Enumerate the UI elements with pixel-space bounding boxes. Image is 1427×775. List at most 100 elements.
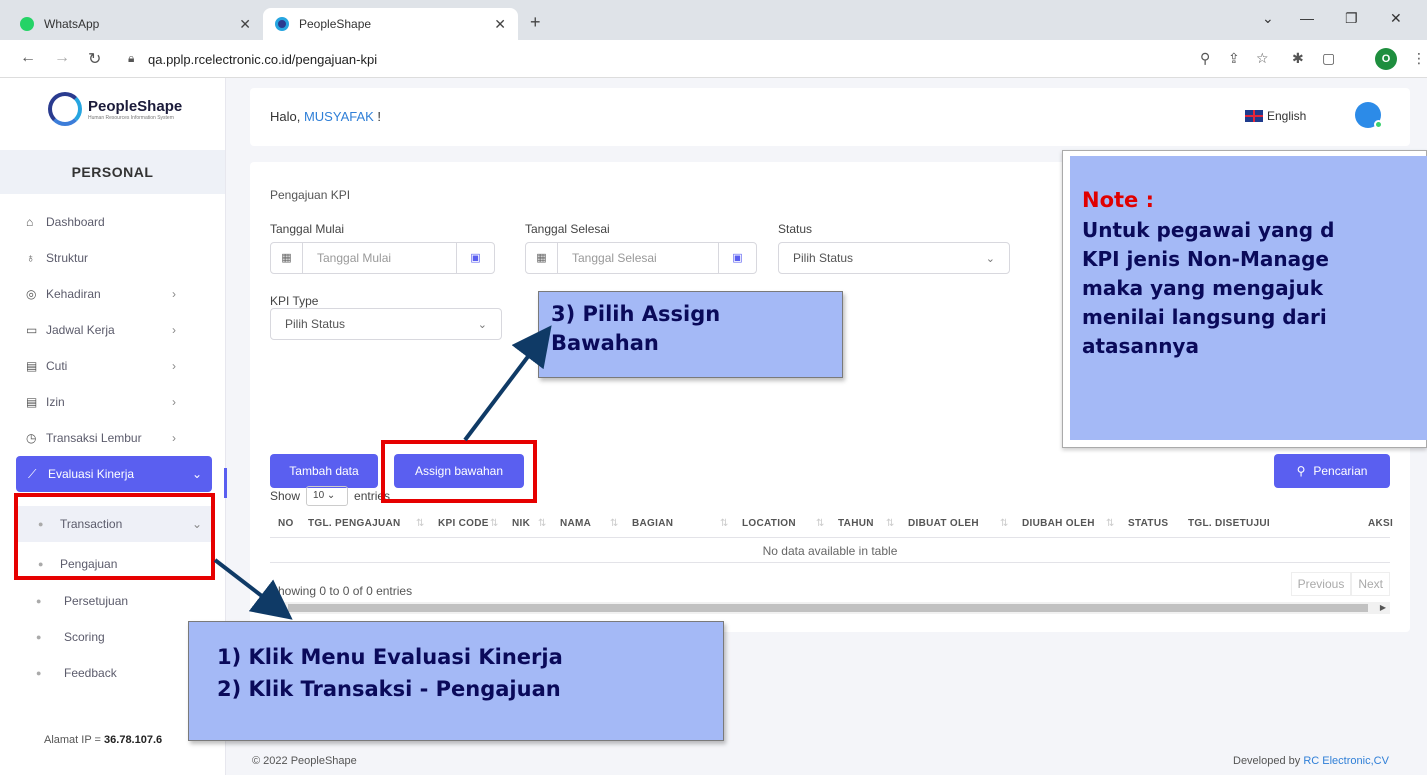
sidebar-item-label: Evaluasi Kinerja xyxy=(48,467,135,481)
new-tab-icon[interactable]: + xyxy=(530,12,541,33)
reload-icon[interactable]: ↻ xyxy=(88,49,101,69)
sidebar-item-struktur[interactable]: ♁ Struktur xyxy=(0,240,226,276)
language-switcher[interactable]: English xyxy=(1245,109,1306,123)
chevron-right-icon: › xyxy=(172,323,176,337)
calendar-icon: ▤ xyxy=(26,359,38,373)
column-header[interactable]: DIBUAT OLEH xyxy=(908,518,979,529)
sidebar-item-dashboard[interactable]: ⌂ Dashboard xyxy=(0,204,226,240)
start-date-field[interactable]: ▦ Tanggal Mulai ▣ xyxy=(270,242,495,274)
extensions-icon[interactable]: ✱ xyxy=(1292,50,1304,67)
brand-logo[interactable]: PeopleShape Human Resources Information … xyxy=(48,92,182,126)
tab-peopleshape[interactable]: PeopleShape ✕ xyxy=(263,8,518,40)
share-icon[interactable]: ⇪ xyxy=(1228,50,1240,67)
kpi-type-value: Pilih Status xyxy=(285,317,346,331)
sidebar-item-label: Feedback xyxy=(64,666,117,680)
previous-button[interactable]: Previous xyxy=(1290,572,1352,596)
sort-icon[interactable]: ⇅ xyxy=(886,518,895,529)
scroll-thumb[interactable] xyxy=(288,604,1368,612)
table-info: Showing 0 to 0 of 0 entries xyxy=(270,584,413,598)
bookmark-star-icon[interactable]: ☆ xyxy=(1256,50,1269,67)
calendar-icon: ▦ xyxy=(526,243,558,273)
column-header[interactable]: NO xyxy=(278,518,294,529)
restore-icon[interactable]: ❐ xyxy=(1345,10,1358,27)
column-header[interactable]: AKSI xyxy=(1368,518,1393,529)
calendar-picker-icon[interactable]: ▣ xyxy=(456,243,494,273)
whatsapp-icon xyxy=(20,17,34,31)
column-header[interactable]: STATUS xyxy=(1128,518,1168,529)
sidepanel-icon[interactable]: ▢ xyxy=(1322,50,1335,67)
tab-whatsapp[interactable]: WhatsApp ✕ xyxy=(8,8,263,40)
calendar-picker-icon[interactable]: ▣ xyxy=(718,243,756,273)
sidebar-item-jadwal-kerja[interactable]: ▭ Jadwal Kerja › xyxy=(0,312,226,348)
column-header[interactable]: TGL. PENGAJUAN xyxy=(308,518,401,529)
sort-icon[interactable]: ⇅ xyxy=(1000,518,1009,529)
developer-link[interactable]: RC Electronic,CV xyxy=(1303,755,1389,767)
sidebar-item-kehadiran[interactable]: ◎ Kehadiran › xyxy=(0,276,226,312)
next-button[interactable]: Next xyxy=(1351,572,1390,596)
sidebar-item-label: Struktur xyxy=(46,251,89,265)
back-icon[interactable]: ← xyxy=(20,49,36,67)
close-icon[interactable]: ✕ xyxy=(494,16,506,33)
callout-step1: 1) Klik Menu Evaluasi Kinerja xyxy=(217,645,563,669)
column-header[interactable]: DIUBAH OLEH xyxy=(1022,518,1095,529)
language-label: English xyxy=(1267,109,1307,123)
sidebar-item-cuti[interactable]: ▤ Cuti › xyxy=(0,348,226,384)
user-name: MUSYAFAK xyxy=(303,109,374,124)
sidebar-item-persetujuan[interactable]: ● Persetujuan xyxy=(0,583,226,619)
status-select[interactable]: Pilih Status ⌄ xyxy=(778,242,1010,274)
window-close-icon[interactable]: ✕ xyxy=(1390,10,1402,27)
column-header[interactable]: BAGIAN xyxy=(632,518,673,529)
sort-icon[interactable]: ⇅ xyxy=(610,518,619,529)
sidebar-item-transaksi-lembur[interactable]: ◷ Transaksi Lembur › xyxy=(0,420,226,456)
address-bar[interactable]: 🔒︎ qa.pplp.rcelectronic.co.id/pengajuan-… xyxy=(120,45,1170,73)
note-line: maka yang mengajuk xyxy=(1082,276,1323,300)
end-date-field[interactable]: ▦ Tanggal Selesai ▣ xyxy=(525,242,757,274)
column-header[interactable]: TAHUN xyxy=(838,518,874,529)
add-data-button[interactable]: Tambah data xyxy=(270,454,378,488)
minimize-icon[interactable]: — xyxy=(1300,10,1314,26)
chevron-down-icon: ⌄ xyxy=(191,467,202,481)
sort-icon[interactable]: ⇅ xyxy=(416,518,425,529)
sort-icon[interactable]: ⇅ xyxy=(490,518,499,529)
highlight-assign-button xyxy=(381,440,537,503)
bullet-icon: ● xyxy=(36,596,42,606)
column-header[interactable]: NIK xyxy=(512,518,530,529)
profile-avatar[interactable]: O xyxy=(1375,48,1397,70)
entries-select[interactable]: 10 ⌄ xyxy=(306,486,349,506)
sort-icon[interactable]: ⇅ xyxy=(720,518,729,529)
status-label: Status xyxy=(778,222,813,236)
chevron-right-icon: › xyxy=(172,359,176,373)
zoom-icon[interactable]: ⚲ xyxy=(1200,50,1210,67)
start-date-placeholder: Tanggal Mulai xyxy=(317,251,392,265)
sort-icon[interactable]: ⇅ xyxy=(816,518,825,529)
sidebar-item-evaluasi-kinerja[interactable]: ⟋ Evaluasi Kinerja ⌄ xyxy=(16,456,212,492)
sidebar-item-label: Transaksi Lembur xyxy=(46,431,142,445)
sort-icon[interactable]: ⇅ xyxy=(1106,518,1115,529)
column-header[interactable]: TGL. DISETUJUI xyxy=(1188,518,1270,529)
horizontal-scrollbar[interactable]: ◀ ▶ xyxy=(270,602,1390,614)
sort-icon[interactable]: ⇅ xyxy=(538,518,547,529)
footer-developer: Developed by RC Electronic,CV xyxy=(1233,755,1389,767)
chevron-down-icon: ⌄ xyxy=(477,318,487,331)
menu-dots-icon[interactable]: ⋮ xyxy=(1412,50,1426,67)
highlight-evaluasi-menu xyxy=(14,493,215,580)
kpi-type-select[interactable]: Pilih Status ⌄ xyxy=(270,308,502,340)
column-header[interactable]: KPI CODE xyxy=(438,518,489,529)
home-icon: ⌂ xyxy=(26,215,34,229)
forward-icon[interactable]: → xyxy=(54,49,70,67)
search-button[interactable]: ⚲ Pencarian xyxy=(1274,454,1390,488)
entries-value: 10 xyxy=(313,490,325,501)
chevron-right-icon: › xyxy=(172,287,176,301)
column-header[interactable]: NAMA xyxy=(560,518,591,529)
page-title: Pengajuan KPI xyxy=(270,188,351,202)
hierarchy-icon: ♁ xyxy=(26,251,35,265)
scroll-right-icon[interactable]: ▶ xyxy=(1380,602,1386,614)
sidebar-item-izin[interactable]: ▤ Izin › xyxy=(0,384,226,420)
close-icon[interactable]: ✕ xyxy=(239,16,251,33)
column-header[interactable]: LOCATION xyxy=(742,518,796,529)
scroll-left-icon[interactable]: ◀ xyxy=(274,602,280,614)
briefcase-icon: ▭ xyxy=(26,323,38,337)
user-avatar[interactable] xyxy=(1355,102,1383,129)
tab-search-chevron-icon[interactable]: ⌄ xyxy=(1262,10,1274,27)
pagination: Previous Next xyxy=(1290,572,1390,596)
